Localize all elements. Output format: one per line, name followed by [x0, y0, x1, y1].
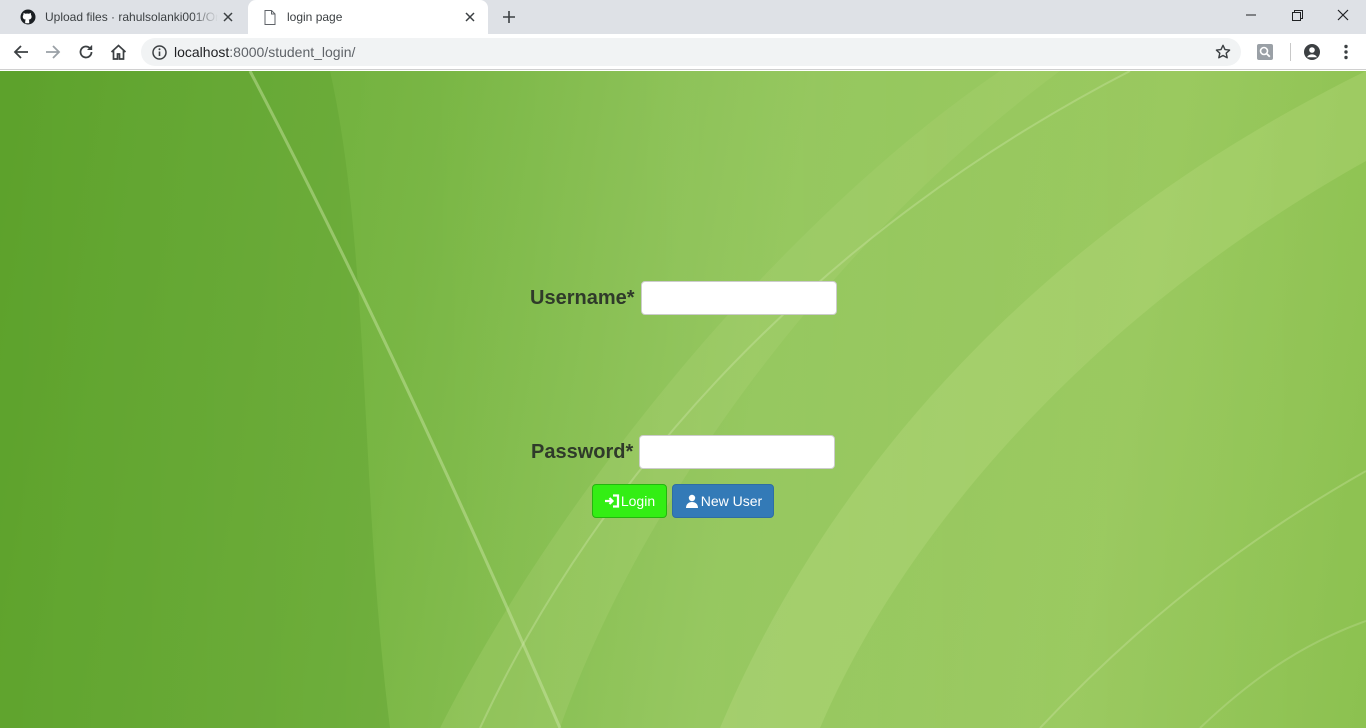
plus-icon — [503, 11, 515, 23]
close-icon — [1337, 9, 1349, 21]
toolbar-divider — [1290, 43, 1291, 61]
menu-button[interactable] — [1332, 38, 1360, 66]
home-icon — [110, 44, 126, 60]
document-icon — [261, 8, 279, 26]
address-bar[interactable]: localhost:8000/student_login/ — [141, 38, 1241, 66]
login-button-label: Login — [620, 493, 656, 509]
forward-arrow-icon — [46, 45, 61, 59]
search-extension-button[interactable] — [1251, 38, 1279, 66]
user-icon — [684, 493, 700, 509]
minimize-icon — [1246, 14, 1256, 16]
minimize-button[interactable] — [1228, 0, 1274, 30]
back-arrow-icon — [13, 45, 28, 59]
search-icon — [1257, 44, 1273, 60]
login-button[interactable]: Login — [592, 484, 667, 518]
tab-strip: Upload files · rahulsolanki001/Online lo… — [0, 0, 1366, 34]
info-icon[interactable] — [149, 42, 169, 62]
username-row: Username* — [530, 281, 837, 315]
reload-button[interactable] — [72, 38, 100, 66]
url-path: :8000/student_login/ — [229, 44, 356, 60]
login-page: Username* Password* Login New User — [0, 71, 1366, 728]
reload-icon — [79, 45, 93, 59]
username-label: Username* — [530, 286, 635, 309]
close-icon[interactable] — [218, 7, 238, 27]
url-host: localhost — [174, 44, 230, 60]
new-user-button-label: New User — [700, 493, 763, 509]
account-icon — [1304, 44, 1320, 60]
new-tab-button[interactable] — [498, 6, 520, 28]
new-user-button[interactable]: New User — [672, 484, 774, 518]
url-text: localhost:8000/student_login/ — [174, 44, 355, 60]
background-waves — [0, 71, 1366, 728]
back-button[interactable] — [7, 38, 35, 66]
password-row: Password* — [531, 435, 836, 469]
more-vert-icon — [1344, 44, 1348, 60]
password-input[interactable] — [639, 435, 836, 469]
bookmark-star-icon[interactable] — [1213, 42, 1233, 62]
tab-title: Upload files · rahulsolanki001/Online — [45, 10, 218, 24]
profile-button[interactable] — [1298, 38, 1326, 66]
browser-toolbar: localhost:8000/student_login/ — [0, 34, 1366, 70]
forward-button[interactable] — [39, 38, 67, 66]
password-label: Password* — [531, 440, 634, 463]
github-icon — [19, 8, 37, 26]
close-window-button[interactable] — [1320, 0, 1366, 30]
username-input[interactable] — [640, 281, 837, 315]
tab-upload-files[interactable]: Upload files · rahulsolanki001/Online — [0, 0, 246, 34]
tab-title: login page — [287, 10, 343, 24]
restore-icon — [1291, 9, 1303, 21]
tab-login-page[interactable]: login page — [248, 0, 488, 34]
home-button[interactable] — [104, 38, 132, 66]
login-icon — [604, 493, 620, 509]
close-icon[interactable] — [460, 7, 480, 27]
restore-button[interactable] — [1274, 0, 1320, 30]
